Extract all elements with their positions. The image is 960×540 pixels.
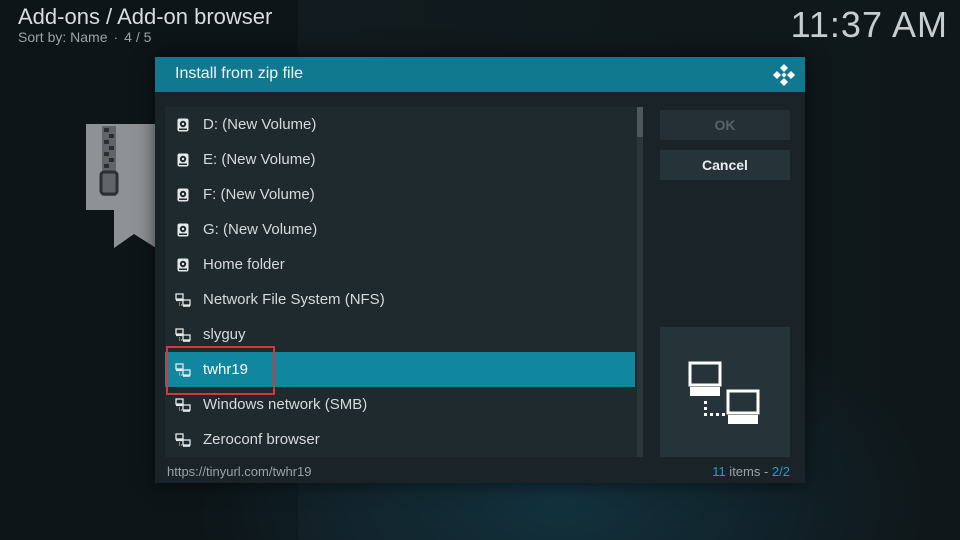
scrollbar[interactable] [637, 107, 643, 457]
network-icon [175, 432, 191, 448]
list-item-label: Home folder [203, 256, 285, 273]
list-item[interactable]: Network File System (NFS) [165, 282, 635, 317]
clock: 11:37 AM [790, 4, 948, 45]
list-item-label: Windows network (SMB) [203, 396, 368, 413]
zip-file-icon [86, 124, 156, 248]
list-item-label: G: (New Volume) [203, 221, 318, 238]
list-item[interactable]: F: (New Volume) [165, 177, 635, 212]
list-item[interactable]: D: (New Volume) [165, 107, 635, 142]
list-item-label: F: (New Volume) [203, 186, 315, 203]
dialog-header: Install from zip file [155, 57, 805, 92]
page-position: 4 / 5 [124, 29, 152, 45]
hard-drive-icon [175, 222, 191, 238]
list-item[interactable]: G: (New Volume) [165, 212, 635, 247]
hard-drive-icon [175, 117, 191, 133]
annotation-highlight-box [166, 346, 275, 395]
file-source-list: D: (New Volume) E: (New Volume) F: (New Vo… [165, 107, 637, 457]
list-item-label: E: (New Volume) [203, 151, 316, 168]
network-icon [175, 327, 191, 343]
install-from-zip-dialog: Install from zip file D: (New Volume) E: … [155, 57, 805, 483]
selected-path: https://tinyurl.com/twhr19 [167, 464, 312, 479]
sort-label: Sort by: Name [18, 29, 108, 45]
page-indicator: 2/2 [771, 464, 790, 479]
network-preview-icon [688, 361, 760, 424]
item-count: 11 items - 2/2 [712, 464, 790, 479]
list-item[interactable]: Home folder [165, 247, 635, 282]
list-item-label: Zeroconf browser [203, 431, 320, 448]
list-item-label: slyguy [203, 326, 246, 343]
network-icon [175, 292, 191, 308]
breadcrumb: Add-ons / Add-on browser [18, 4, 273, 29]
list-item-label: D: (New Volume) [203, 116, 317, 133]
kodi-logo-icon [773, 64, 795, 86]
preview-panel [660, 327, 790, 457]
items-count-value: 11 [712, 464, 726, 479]
sort-separator: · [113, 29, 119, 45]
hard-drive-icon [175, 187, 191, 203]
items-word: items - [725, 464, 772, 479]
scrollbar-thumb[interactable] [637, 107, 643, 137]
dialog-title: Install from zip file [175, 65, 304, 82]
hard-drive-icon [175, 152, 191, 168]
list-item[interactable]: E: (New Volume) [165, 142, 635, 177]
hard-drive-icon [175, 257, 191, 273]
ok-button[interactable]: OK [660, 110, 790, 140]
list-item-label: Network File System (NFS) [203, 291, 385, 308]
sort-info: Sort by: Name · 4 / 5 [18, 29, 151, 45]
cancel-button[interactable]: Cancel [660, 150, 790, 180]
list-item[interactable]: Zeroconf browser [165, 422, 635, 457]
network-icon [175, 397, 191, 413]
